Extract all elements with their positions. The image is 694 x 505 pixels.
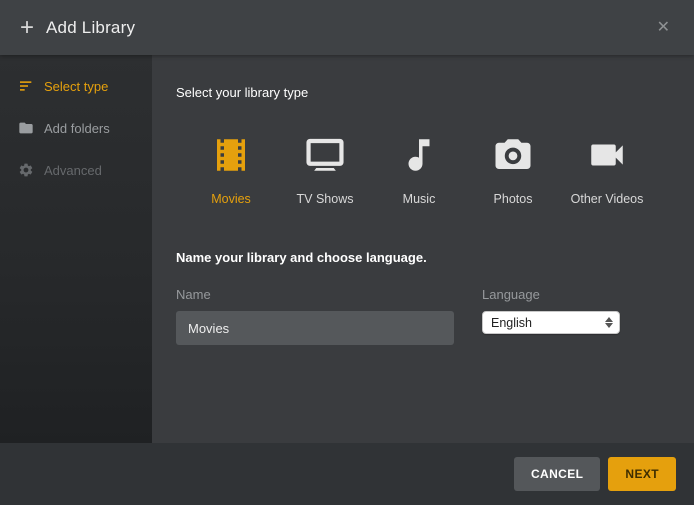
dialog-footer: CANCEL NEXT (0, 443, 694, 505)
language-select-value: English (491, 316, 605, 330)
type-label: Music (372, 192, 466, 206)
type-label: Photos (466, 192, 560, 206)
music-note-icon (398, 134, 440, 176)
fields-row: Name Language English (176, 287, 670, 345)
section-title: Select your library type (176, 85, 670, 100)
library-type-row: Movies TV Shows (184, 132, 670, 206)
select-type-panel: Select your library type Movies (152, 55, 694, 443)
sidebar-item-select-type[interactable]: Select type (0, 65, 152, 107)
cancel-button[interactable]: CANCEL (514, 457, 600, 491)
close-icon[interactable]: ✕ (653, 16, 674, 40)
sidebar-item-label: Advanced (44, 163, 102, 178)
plus-icon: + (20, 16, 34, 40)
videocam-icon (586, 134, 628, 176)
name-section-title: Name your library and choose language. (176, 250, 670, 265)
gear-icon (18, 162, 34, 178)
type-item-tv-shows[interactable]: TV Shows (278, 132, 372, 206)
add-library-dialog: + Add Library ✕ Select type Add folders (0, 0, 694, 505)
type-label: Movies (184, 192, 278, 206)
dialog-body: Select type Add folders Advanced Select … (0, 55, 694, 443)
language-field-group: Language English (482, 287, 620, 345)
type-item-music[interactable]: Music (372, 132, 466, 206)
folder-icon (18, 120, 34, 136)
sidebar-item-advanced[interactable]: Advanced (0, 149, 152, 191)
film-icon (210, 134, 252, 176)
dialog-header: + Add Library ✕ (0, 0, 694, 55)
library-name-input[interactable] (176, 311, 454, 345)
sidebar-item-add-folders[interactable]: Add folders (0, 107, 152, 149)
select-stepper-icon (605, 317, 615, 328)
language-field-label: Language (482, 287, 620, 302)
type-item-other-videos[interactable]: Other Videos (560, 132, 654, 206)
sidebar-item-label: Select type (44, 79, 108, 94)
name-field-label: Name (176, 287, 454, 302)
type-label: Other Videos (560, 192, 654, 206)
tv-icon (304, 134, 346, 176)
camera-icon (492, 134, 534, 176)
dialog-title: Add Library (46, 18, 135, 38)
name-field-group: Name (176, 287, 454, 345)
type-item-photos[interactable]: Photos (466, 132, 560, 206)
sidebar-item-label: Add folders (44, 121, 110, 136)
type-item-movies[interactable]: Movies (184, 132, 278, 206)
language-select[interactable]: English (482, 311, 620, 334)
type-label: TV Shows (278, 192, 372, 206)
wizard-steps-sidebar: Select type Add folders Advanced (0, 55, 152, 443)
next-button[interactable]: NEXT (608, 457, 676, 491)
list-steps-icon (18, 78, 34, 94)
